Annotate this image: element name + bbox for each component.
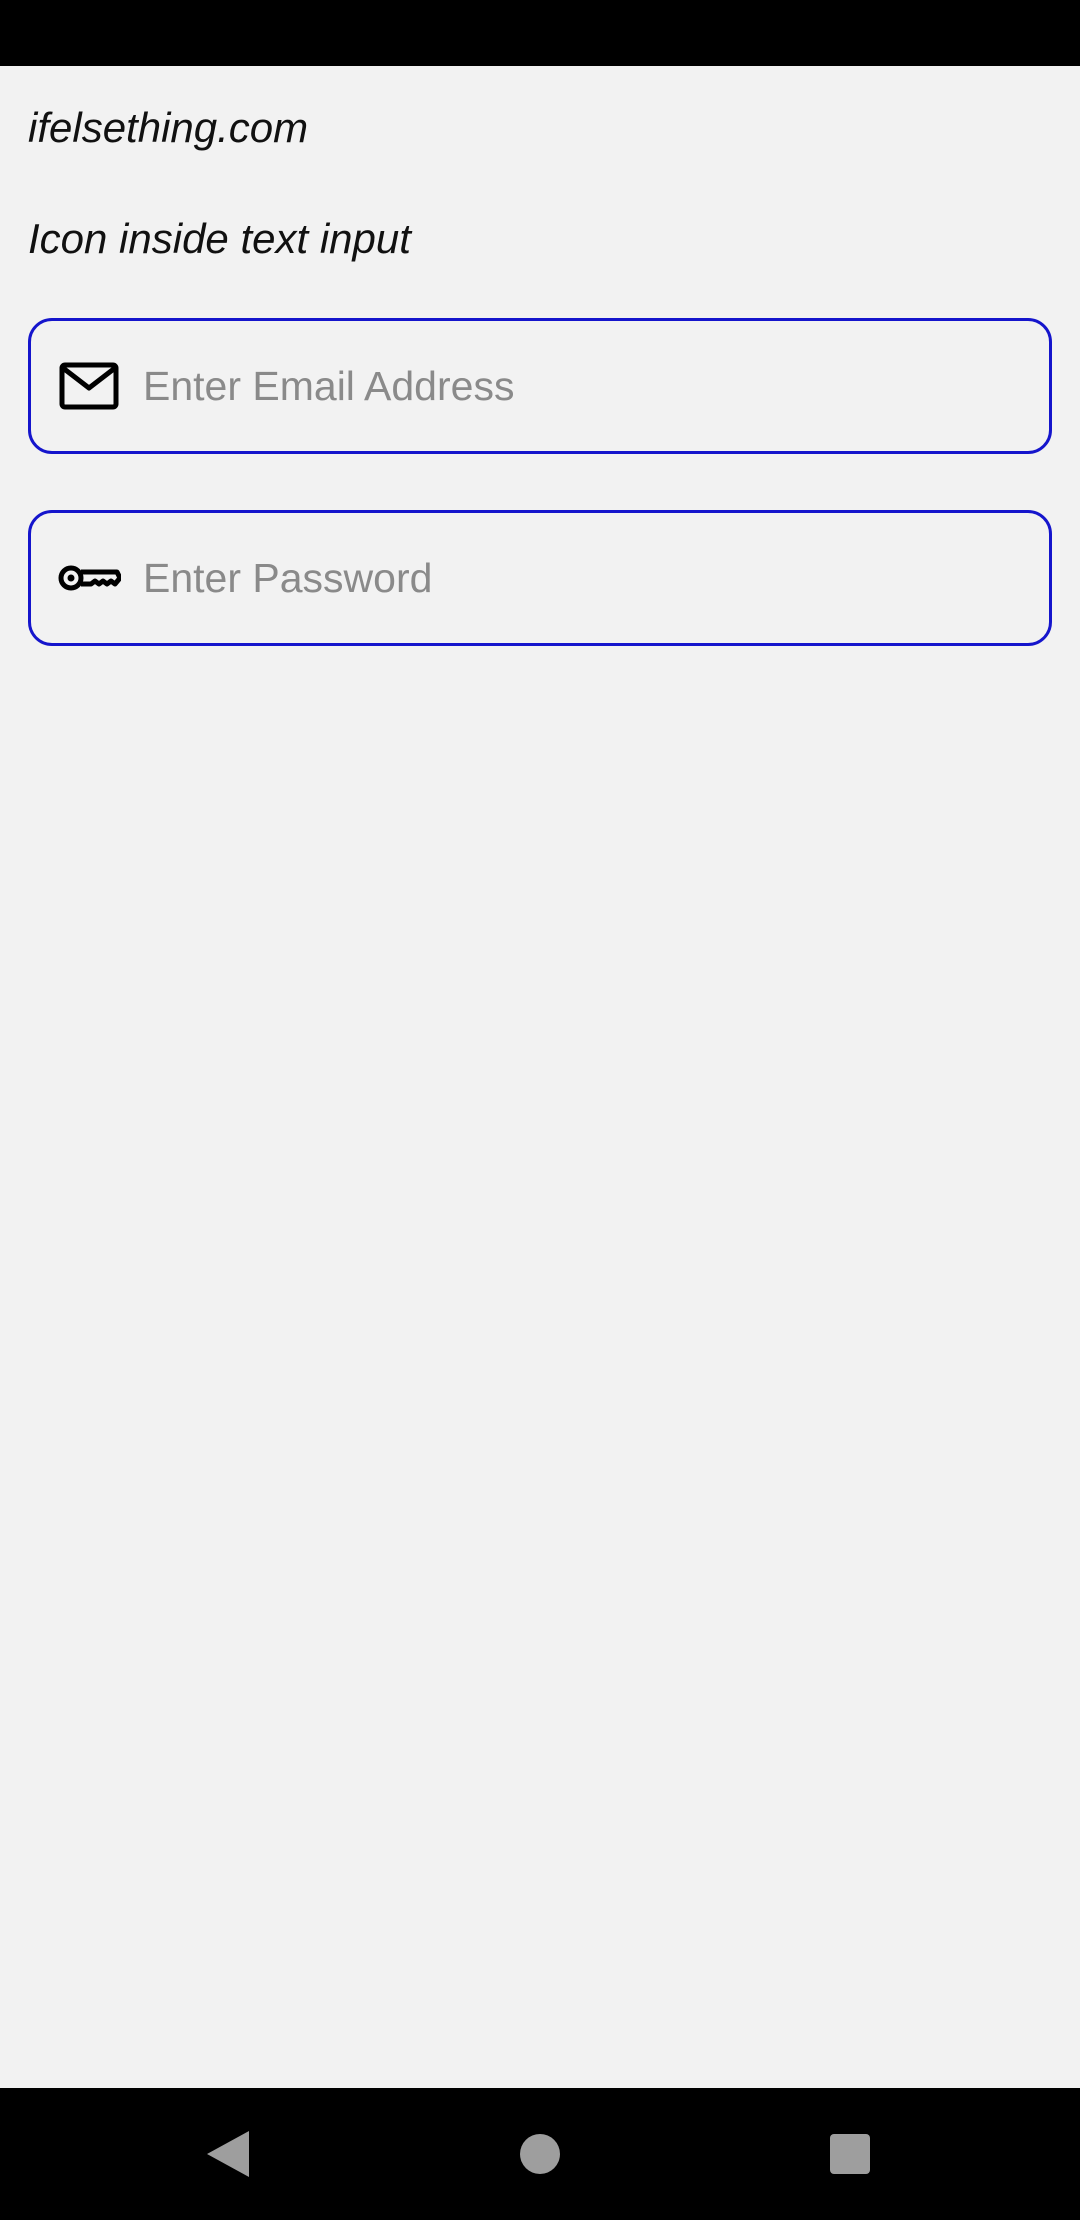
password-field[interactable] [28,510,1052,646]
app-content: ifelsething.com Icon inside text input [0,66,1080,2088]
email-input[interactable] [143,321,1025,451]
key-icon [57,546,121,610]
navigation-bar [0,2088,1080,2220]
site-label: ifelsething.com [28,104,309,151]
mail-icon [57,354,121,418]
status-bar [0,0,1080,66]
square-recents-icon[interactable] [818,2122,882,2186]
circle-home-icon[interactable] [508,2122,572,2186]
password-input[interactable] [143,513,1025,643]
email-field[interactable] [28,318,1052,454]
page-subtitle: Icon inside text input [28,215,411,262]
triangle-back-icon[interactable] [196,2122,260,2186]
